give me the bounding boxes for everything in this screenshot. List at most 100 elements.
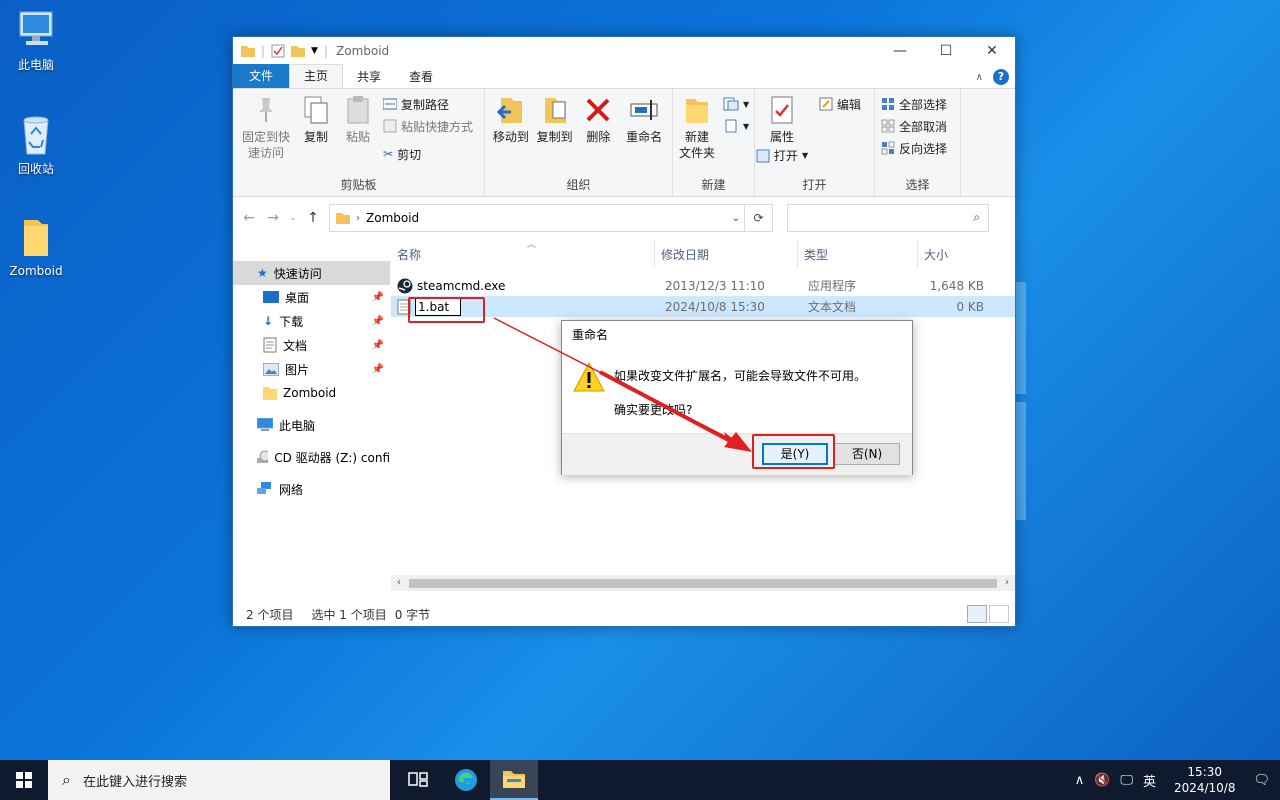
- scrollbar-thumb[interactable]: [409, 579, 997, 588]
- easy-access-button[interactable]: ▼: [723, 117, 749, 135]
- easy-access-icon: [725, 119, 737, 133]
- invert-selection-button[interactable]: 反向选择: [881, 139, 947, 157]
- back-button[interactable]: ←: [241, 210, 257, 226]
- clock[interactable]: 15:30 2024/10/8: [1174, 764, 1236, 796]
- network-icon[interactable]: 🖵: [1120, 773, 1133, 788]
- tab-file[interactable]: 文件: [233, 64, 290, 88]
- task-view-button[interactable]: [394, 760, 442, 800]
- wallpaper-beam: [1016, 282, 1026, 394]
- refresh-button[interactable]: ⟳: [744, 205, 772, 231]
- star-icon: ★: [257, 266, 268, 280]
- select-all-button[interactable]: 全部选择: [881, 95, 947, 113]
- pin-icon: 📌: [371, 315, 384, 327]
- steam-icon: [397, 278, 413, 293]
- large-icons-view-button[interactable]: [989, 605, 1009, 623]
- cut-button[interactable]: ✂ 剪切: [383, 145, 473, 163]
- properties-icon[interactable]: [271, 44, 285, 58]
- separator: |: [261, 44, 266, 58]
- minimize-button[interactable]: —: [877, 37, 923, 65]
- new-folder-icon[interactable]: [291, 45, 306, 57]
- nav-label: 此电脑: [279, 418, 316, 433]
- group-label-organize: 组织: [566, 178, 591, 192]
- chevron-down-icon: ▼: [743, 121, 750, 131]
- edit-button[interactable]: 编辑: [819, 95, 861, 113]
- chevron-down-icon: ▼: [743, 99, 750, 109]
- move-to-icon: [496, 98, 522, 123]
- address-bar[interactable]: › Zomboid ⌄ ⟳: [329, 204, 773, 232]
- ribbon: 固定到快 速访问 复制 粘贴 复制路径 粘贴快捷方式 ✂ 剪切 剪贴板 移动到 …: [233, 89, 1015, 197]
- nav-desktop[interactable]: 桌面 📌: [233, 285, 390, 309]
- pin-icon: [259, 98, 273, 122]
- nav-zomboid[interactable]: Zomboid: [233, 381, 390, 405]
- folder-icon: [241, 46, 255, 57]
- notifications-icon[interactable]: 🗨: [1253, 773, 1270, 788]
- ribbon-group-organize: 移动到 复制到 删除 重命名 组织: [485, 89, 673, 196]
- column-header-name[interactable]: 名称: [391, 241, 655, 269]
- open-icon: [756, 149, 770, 163]
- nav-downloads[interactable]: ↓ 下载 📌: [233, 309, 390, 333]
- breadcrumb-zomboid[interactable]: Zomboid: [366, 211, 419, 225]
- expand-ribbon-icon[interactable]: ∧: [976, 72, 983, 83]
- system-tray: ∧ 🔇 🖵 英 15:30 2024/10/8 🗨: [1075, 764, 1280, 796]
- column-header-size[interactable]: 大小: [918, 241, 990, 269]
- sort-ascending-icon: ︿: [527, 240, 537, 250]
- nav-cd-drive[interactable]: CD 驱动器 (Z:) confi: [233, 445, 390, 469]
- tab-share[interactable]: 共享: [343, 66, 395, 88]
- chevron-down-icon[interactable]: ▼: [311, 46, 318, 56]
- horizontal-scrollbar[interactable]: ‹ ›: [391, 575, 1015, 591]
- scroll-right-icon[interactable]: ›: [999, 575, 1015, 591]
- ime-indicator[interactable]: 英: [1143, 771, 1156, 790]
- no-button[interactable]: 否(N): [834, 443, 900, 465]
- column-header-date[interactable]: 修改日期: [655, 241, 798, 269]
- volume-muted-icon[interactable]: 🔇: [1094, 773, 1110, 788]
- select-all-label: 全部选择: [899, 97, 948, 112]
- desktop-icon-this-pc[interactable]: 此电脑: [0, 10, 72, 73]
- new-folder-icon: [686, 99, 708, 123]
- maximize-button[interactable]: ☐: [923, 37, 969, 65]
- tab-home[interactable]: 主页: [289, 64, 344, 88]
- task-view-icon: [408, 772, 428, 787]
- recent-locations-button[interactable]: ⌄: [289, 213, 297, 223]
- new-item-button[interactable]: ▼: [723, 95, 749, 113]
- column-header-type[interactable]: 类型: [798, 241, 918, 269]
- paste-shortcut-button[interactable]: 粘贴快捷方式: [383, 117, 473, 135]
- scroll-left-icon[interactable]: ‹: [391, 575, 407, 591]
- nav-label: 桌面: [285, 290, 310, 305]
- edit-label: 编辑: [837, 97, 862, 112]
- taskbar-search-input[interactable]: ⌕ 在此键入进行搜索: [48, 760, 390, 800]
- show-hidden-icons-button[interactable]: ∧: [1075, 773, 1085, 788]
- forward-button[interactable]: →: [265, 210, 281, 226]
- edge-button[interactable]: [442, 760, 490, 800]
- up-button[interactable]: ↑: [305, 210, 321, 226]
- computer-icon: [19, 11, 53, 45]
- nav-quick-access[interactable]: ★ 快速访问: [233, 261, 390, 285]
- chevron-down-icon[interactable]: ⌄: [732, 213, 740, 224]
- details-view-button[interactable]: [967, 605, 987, 623]
- copy-path-button[interactable]: 复制路径: [383, 95, 473, 113]
- column-headers: ︿ 名称 修改日期 类型 大小: [391, 240, 1015, 269]
- file-date: 2024/10/8 15:30: [665, 299, 765, 314]
- help-icon[interactable]: ?: [993, 69, 1009, 85]
- properties-icon: [771, 96, 793, 124]
- desktop-icon-zomboid[interactable]: Zomboid: [0, 216, 72, 278]
- group-label-select: 选择: [905, 178, 930, 192]
- windows-logo-icon: [16, 772, 32, 788]
- close-button[interactable]: ✕: [969, 37, 1015, 65]
- tab-view[interactable]: 查看: [395, 66, 447, 88]
- folder-icon: [336, 213, 350, 224]
- open-button[interactable]: 打开 ▼: [756, 147, 808, 165]
- pin-icon: 📌: [371, 291, 384, 303]
- search-input[interactable]: ⌕: [787, 204, 989, 232]
- nav-pictures[interactable]: 图片 📌: [233, 357, 390, 381]
- start-button[interactable]: [0, 760, 48, 800]
- file-size: 1,648 KB: [929, 278, 984, 293]
- nav-this-pc[interactable]: 此电脑: [233, 413, 390, 437]
- select-none-button[interactable]: 全部取消: [881, 117, 947, 135]
- file-row[interactable]: steamcmd.exe 2013/12/3 11:10 应用程序 1,648 …: [391, 275, 1015, 296]
- nav-network[interactable]: 网络: [233, 477, 390, 501]
- search-icon: ⌕: [973, 210, 980, 224]
- nav-documents[interactable]: 文档 📌: [233, 333, 390, 357]
- file-explorer-button[interactable]: [490, 760, 538, 800]
- navigation-pane: ★ 快速访问 桌面 📌 ↓ 下载 📌 文档 📌 图片 📌 Zomboid 此电脑…: [233, 241, 391, 605]
- desktop-icon-recycle-bin[interactable]: 回收站: [0, 112, 72, 177]
